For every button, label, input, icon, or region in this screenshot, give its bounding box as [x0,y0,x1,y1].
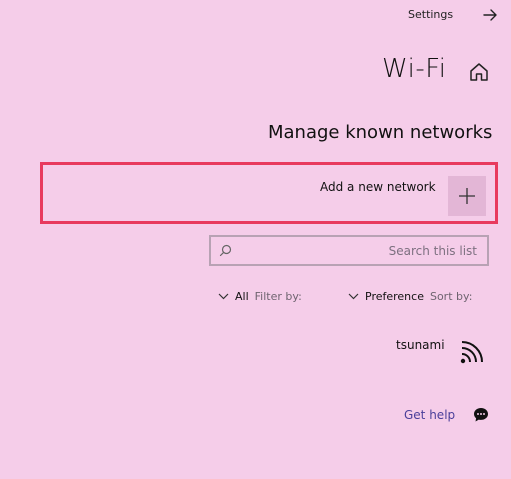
filter-label: Filter by: [254,290,302,303]
sort-dropdown[interactable]: Preference Sort by: [348,290,472,303]
sort-label: Sort by: [429,290,473,303]
home-icon[interactable] [467,60,491,84]
chevron-down-icon [218,293,229,300]
search-icon [219,244,232,257]
section-title: Manage known networks [268,122,493,143]
page-title: Wi-Fi [382,54,447,84]
add-network-label[interactable]: Add a new network [320,180,436,194]
get-help-link[interactable]: Get help [404,408,455,422]
filter-dropdown[interactable]: All Filter by: [218,290,302,303]
network-name: tsunami [396,338,445,352]
search-input[interactable] [238,243,477,258]
wifi-signal-icon [460,341,483,364]
chevron-down-icon [348,293,359,300]
plus-icon [459,188,475,204]
add-network-button[interactable] [448,176,486,216]
back-arrow-icon[interactable] [480,4,500,26]
search-box[interactable] [209,235,489,266]
filter-value: All [235,290,249,303]
sort-value: Preference [365,290,424,303]
settings-back-label[interactable]: Settings [408,8,453,21]
chat-help-icon[interactable] [472,406,490,424]
